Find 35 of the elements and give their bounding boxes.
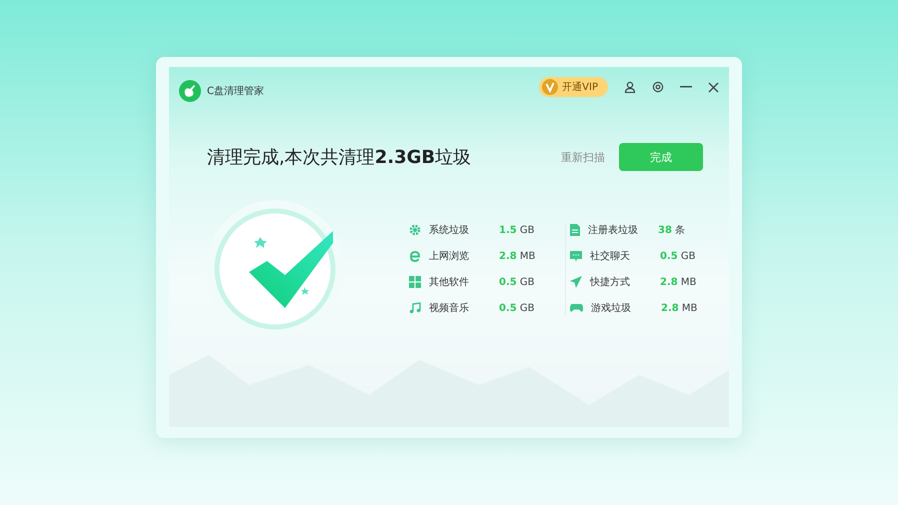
category-size: 0.5 GB [660,250,696,262]
category-size: 0.5 GB [499,302,535,314]
category-name: 注册表垃圾 [588,224,639,237]
category-name: 视频音乐 [429,302,470,315]
category-name: 系统垃圾 [429,224,470,237]
category-size: 2.8 MB [499,250,536,262]
category-name: 快捷方式 [590,276,631,289]
browser-e-icon [409,250,421,262]
result-headline: 清理完成,本次共清理2.3GB垃圾 [207,146,472,169]
category-name: 游戏垃圾 [591,302,632,315]
category-size: 2.8 MB [660,276,696,288]
category-name: 社交聊天 [590,250,631,263]
done-button[interactable]: 完成 [619,143,703,171]
settings-icon[interactable] [652,81,664,93]
document-icon [570,224,580,236]
v-badge-icon [542,79,558,95]
category-size: 0.5 GB [499,276,535,288]
chat-bubble-icon [570,250,582,262]
category-size: 38 条 [658,224,686,237]
music-note-icon [409,302,421,314]
category-size: 1.5 GB [499,224,535,236]
category-size: 2.8 MB [661,302,698,314]
app-logo-icon [179,80,201,102]
vip-button[interactable]: 开通VIP [539,77,608,97]
close-icon[interactable] [708,82,719,92]
minimize-icon[interactable] [680,86,692,88]
rescan-link[interactable]: 重新扫描 [561,150,605,164]
user-icon[interactable] [624,81,636,93]
gamepad-icon [570,303,583,313]
window-title: C盘清理管家 [207,84,264,98]
category-name: 上网浏览 [429,250,470,263]
apps-grid-icon [409,276,421,288]
category-name: 其他软件 [429,276,470,289]
gear-icon [409,224,421,236]
paper-plane-icon [570,276,582,288]
